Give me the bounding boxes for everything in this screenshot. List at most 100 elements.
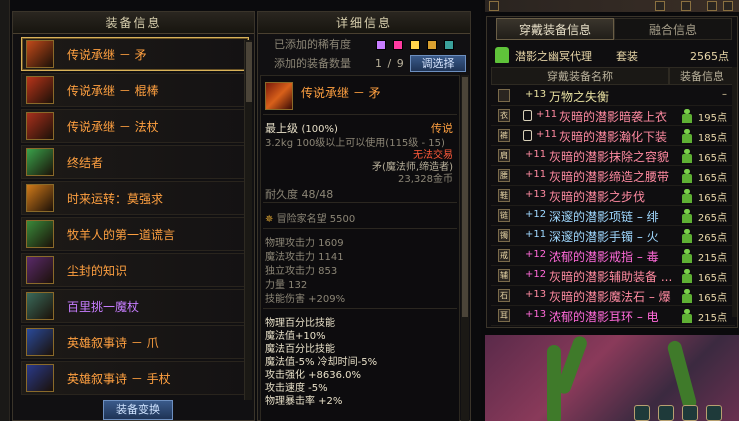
toolbar-slot-icon[interactable]	[681, 1, 691, 11]
weapon-icon	[26, 40, 54, 68]
equipment-list-item[interactable]: 时来运转：莫强求	[21, 181, 249, 215]
item-list-scrollbar[interactable]	[244, 40, 252, 400]
worn-equipment-row[interactable]: 链 +12 深邃的潜影项链 – 绯 265点	[491, 206, 735, 226]
toolbar-slot-icon[interactable]	[723, 1, 733, 11]
equipment-list-item[interactable]: 英雄叙事诗 － 手杖	[21, 361, 249, 395]
equipment-list-item[interactable]: 百里挑一魔杖	[21, 289, 249, 323]
rarity-swatch[interactable]	[393, 40, 403, 50]
equipment-scrollbar[interactable]	[732, 67, 737, 317]
equipment-slot-icon: 裤	[498, 129, 510, 142]
equipment-slot-icon: 衣	[498, 109, 510, 122]
rarity-swatch[interactable]	[444, 40, 454, 50]
enhancement-level: +12	[525, 269, 547, 280]
equipment-list-item[interactable]: 英雄叙事诗 － 爪	[21, 325, 249, 359]
equipment-points: 165点	[697, 173, 727, 184]
equipment-name: 传说承继 － 棍棒	[67, 83, 159, 98]
enhancement-level: +11	[525, 169, 547, 180]
spear-icon	[265, 82, 293, 110]
equipment-slot-icon: 鞋	[498, 189, 510, 202]
worn-equipment-row[interactable]: 腰 +11 灰暗的潜影缔造之腰带 165点	[491, 166, 735, 186]
character-status-icon	[681, 309, 692, 323]
toolbar-slot-icon[interactable]	[707, 1, 717, 11]
scrollbar-thumb[interactable]	[246, 42, 252, 102]
worn-equipment-row[interactable]: 戒 +12 浓郁的潜影戒指 – 毒 215点	[491, 246, 735, 266]
equipment-points: 215点	[697, 313, 727, 324]
worn-equipment-row[interactable]: 鞋 +13 灰暗的潜影之步伐 165点	[491, 186, 735, 206]
skill-slot-icon[interactable]	[682, 405, 698, 421]
equipment-slot-icon	[498, 89, 510, 102]
equipment-list-item[interactable]: 终结者	[21, 145, 249, 179]
equipment-name: 时来运转：莫强求	[67, 191, 164, 206]
detail-info-panel: 详细信息 已添加的稀有度 添加的装备数量 1 / 9 调选择 传说承继 － 矛 …	[257, 11, 471, 421]
count-label: 添加的装备数量	[274, 57, 351, 70]
equipment-name: 英雄叙事诗 － 爪	[67, 335, 159, 350]
skill-slot-icon[interactable]	[658, 405, 674, 421]
rarity-filter-row: 已添加的稀有度	[262, 36, 468, 54]
lock-icon	[523, 110, 532, 121]
equipment-list-item[interactable]: 传说承继 － 法杖	[21, 109, 249, 143]
equipment-slot-icon: 链	[498, 209, 510, 222]
equipment-slot-icon: 辅	[498, 269, 510, 282]
equipment-points: 165点	[697, 153, 727, 164]
character-status-icon	[681, 229, 692, 243]
toolbar-slot-icon[interactable]	[655, 1, 665, 11]
item-durability: 耐久度 48/48	[265, 188, 334, 201]
worn-equipment-row[interactable]: 耳 +13 浓郁的潜影耳环 – 电 215点	[491, 306, 735, 326]
lock-icon	[523, 130, 532, 141]
worn-equipment-row[interactable]: 石 +13 灰暗的潜影魔法石 – 爆 165点	[491, 286, 735, 306]
equipment-slot-icon: 石	[498, 289, 510, 302]
character-status-icon	[681, 129, 692, 143]
worn-equipment-row[interactable]: 衣 +11 灰暗的潜影暗袭上衣 195点	[491, 106, 735, 126]
equipment-name: 灰暗的潜影之步伐	[549, 190, 646, 204]
rarity-label: 已添加的稀有度	[274, 38, 351, 51]
enhancement-level: +11	[536, 109, 558, 120]
select-button[interactable]: 调选择	[410, 55, 466, 72]
rarity-swatch[interactable]	[410, 40, 420, 50]
skill-slot-icon[interactable]	[634, 405, 650, 421]
stat-line: 技能伤害 +209%	[265, 294, 346, 305]
equipment-name: 灰暗的潜影辅助装备 ...	[549, 270, 673, 284]
detail-scrollbar[interactable]	[461, 75, 469, 421]
toolbar-slot-icon[interactable]	[489, 1, 499, 11]
worn-equipment-row[interactable]: 镯 +11 深邃的潜影手镯 – 火 265点	[491, 226, 735, 246]
weapon-icon	[26, 256, 54, 284]
weapon-icon	[26, 292, 54, 320]
equipment-list-item[interactable]: 尘封的知识	[21, 253, 249, 287]
bottom-skill-icons	[630, 405, 739, 421]
set-summary-row: 潜影之幽冥代理 套装 2565点	[491, 44, 735, 66]
character-status-icon	[681, 109, 692, 123]
character-status-icon	[681, 169, 692, 183]
worn-equipment-row[interactable]: 肩 +11 灰暗的潜影抹除之容貌 165点	[491, 146, 735, 166]
equipment-list-item[interactable]: 牧羊人的第一道谎言	[21, 217, 249, 251]
top-toolbar	[485, 0, 739, 12]
character-status-icon	[681, 189, 692, 203]
equipment-list-item[interactable]: 传说承继 － 棍棒	[21, 73, 249, 107]
tab-fusion-info[interactable]: 融合信息	[614, 18, 732, 40]
set-name: 潜影之幽冥代理	[515, 50, 592, 63]
equipment-name: 灰暗的潜影缔造之腰带	[549, 170, 670, 184]
rarity-swatch[interactable]	[427, 40, 437, 50]
weapon-icon	[26, 76, 54, 104]
stat-line: 魔法攻击力 1141	[265, 252, 344, 263]
enhancement-level: +13	[525, 309, 547, 320]
skill-slot-icon[interactable]	[706, 405, 722, 421]
equipment-name: 灰暗的潜影抹除之容貌	[549, 150, 670, 164]
character-status-icon	[681, 269, 692, 283]
worn-equipment-row[interactable]: 裤 +11 灰暗的潜影瀚化下装 185点	[491, 126, 735, 146]
equipment-swap-button[interactable]: 装备变换	[103, 400, 173, 420]
rarity-swatch[interactable]	[376, 40, 386, 50]
equipment-name: 百里挑一魔杖	[67, 299, 140, 314]
set-points: 2565点	[690, 50, 729, 63]
worn-equipment-row[interactable]: 辅 +12 灰暗的潜影辅助装备 ... 165点	[491, 266, 735, 286]
equipment-points: 265点	[697, 233, 727, 244]
scrollbar-thumb[interactable]	[462, 77, 468, 317]
enhancement-level: +12	[525, 249, 547, 260]
weapon-icon	[26, 328, 54, 356]
window-left-edge	[0, 0, 10, 421]
equipment-name: 万物之失衡	[549, 90, 610, 104]
worn-equipment-row[interactable]: +13 万物之失衡 –	[491, 86, 735, 106]
equipment-points: 195点	[697, 113, 727, 124]
equipment-points: 185点	[697, 133, 727, 144]
equipment-list-item[interactable]: 传说承继 － 矛	[21, 37, 249, 71]
tab-worn-equipment[interactable]: 穿戴装备信息	[496, 18, 614, 40]
